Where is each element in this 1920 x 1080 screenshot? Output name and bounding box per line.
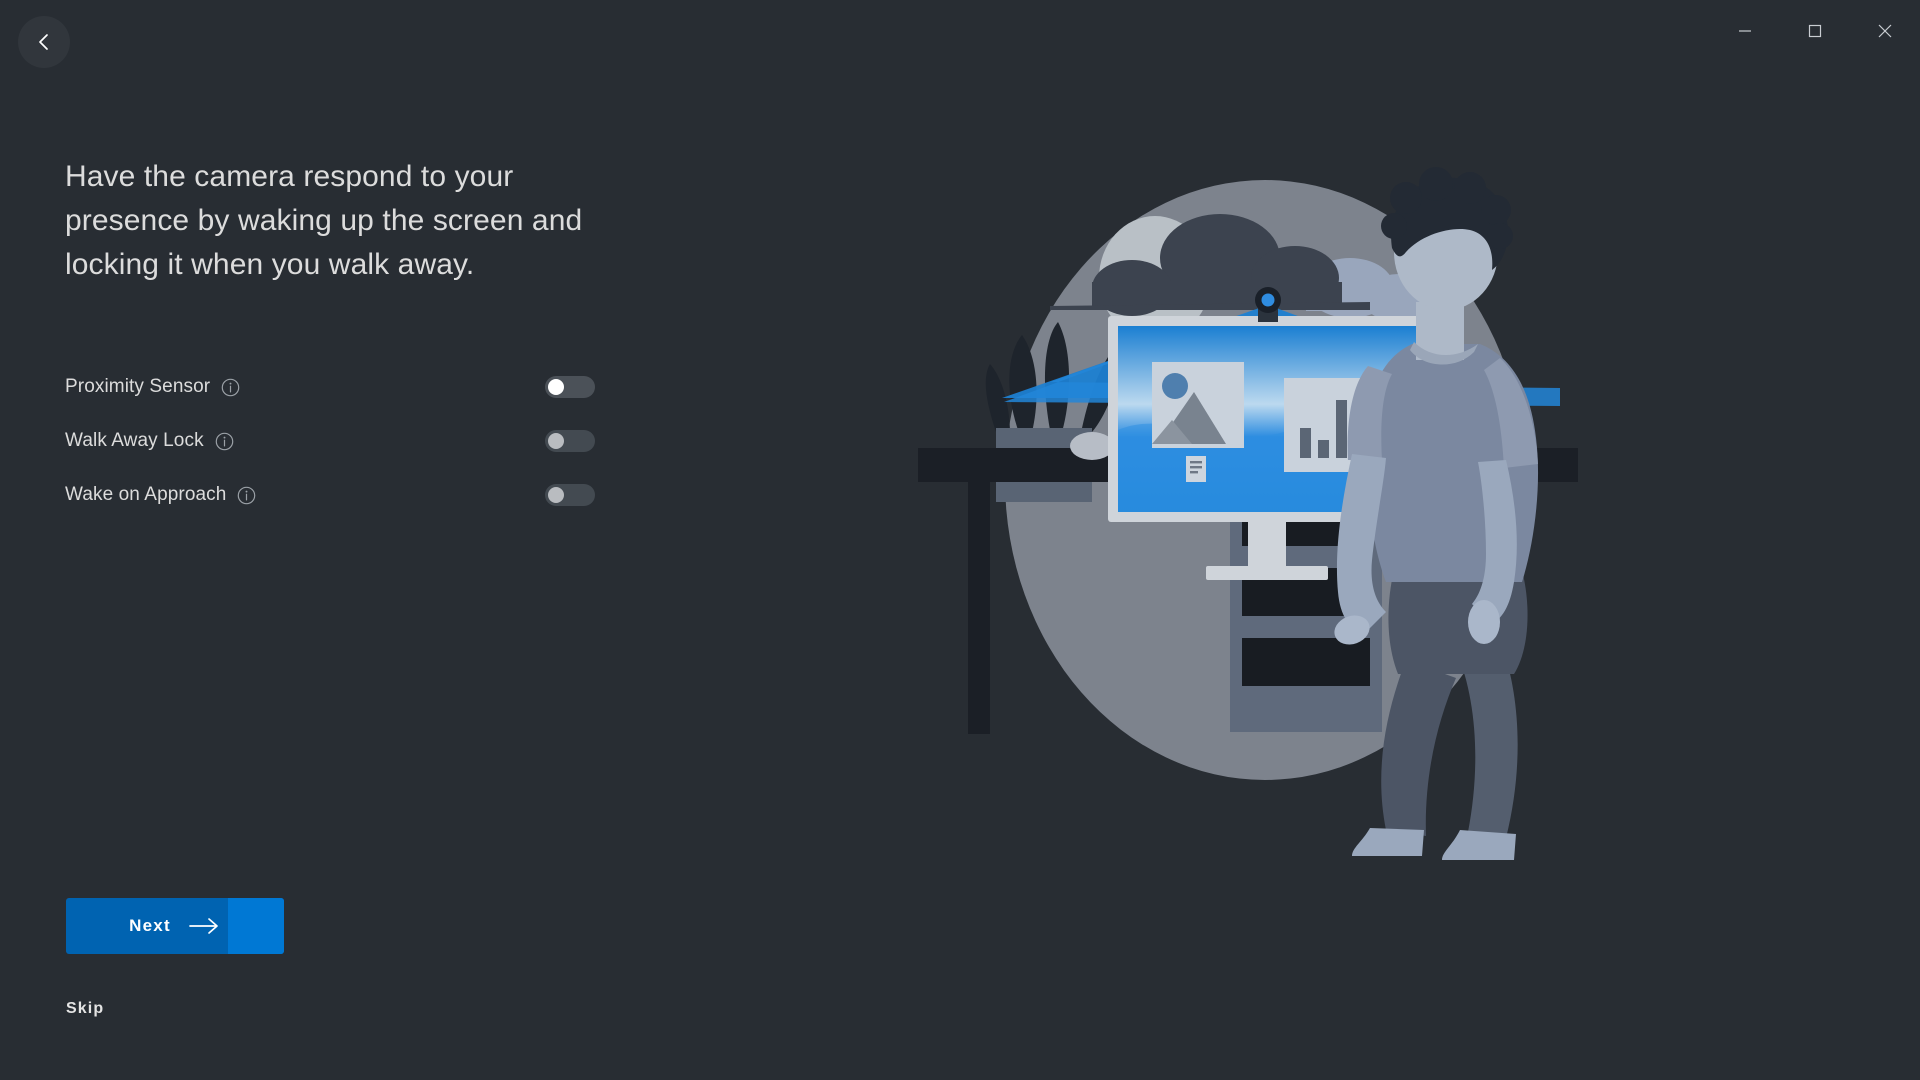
monitor-stand-neck (1248, 522, 1286, 568)
person-shoe-back (1352, 828, 1424, 856)
next-button-label: Next (129, 916, 171, 935)
maximize-button[interactable] (1780, 0, 1850, 62)
info-icon-walk-away-lock[interactable] (215, 432, 234, 451)
setting-label-wake-on-approach: Wake on Approach (65, 484, 227, 505)
person-hand-right (1468, 600, 1500, 644)
minimize-button[interactable] (1710, 0, 1780, 62)
toggle-knob (548, 487, 564, 503)
toggle-walk-away-lock[interactable] (545, 430, 595, 452)
close-icon (1878, 24, 1892, 38)
back-button[interactable] (18, 16, 70, 68)
title-bar (0, 0, 1920, 86)
info-icon-proximity-sensor[interactable] (221, 378, 240, 397)
presence-illustration (900, 130, 1640, 930)
setting-row-wake-on-approach: Wake on Approach (65, 468, 595, 522)
desk-leg (968, 482, 990, 734)
next-button[interactable]: Next (66, 898, 284, 954)
close-button[interactable] (1850, 0, 1920, 62)
info-circle-icon (238, 486, 256, 504)
maximize-icon (1808, 24, 1822, 38)
setting-row-proximity-sensor: Proximity Sensor (65, 360, 595, 414)
toggle-proximity-sensor[interactable] (545, 376, 595, 398)
webcam (1255, 287, 1281, 322)
desk-object (1070, 432, 1114, 460)
person-shoe-front (1442, 830, 1516, 860)
setting-row-walk-away-lock: Walk Away Lock (65, 414, 595, 468)
settings-list: Proximity Sensor Walk Away Lock Wake on … (65, 360, 595, 522)
settings-panel: Have the camera respond to your presence… (0, 0, 760, 1080)
page-headline: Have the camera respond to your presence… (65, 160, 583, 281)
toggle-wrap-wake-on-approach (545, 484, 595, 506)
info-circle-icon (221, 378, 240, 396)
drawer-3 (1242, 638, 1370, 686)
document-icon (1186, 456, 1206, 482)
setting-label-proximity-sensor: Proximity Sensor (65, 376, 211, 397)
monitor-stand-base (1206, 566, 1328, 580)
toggle-knob (548, 379, 564, 395)
toggle-wrap-walk-away-lock (545, 430, 595, 452)
next-button-accent-fill (228, 898, 284, 954)
person-leg-front (1456, 646, 1518, 838)
info-icon-wake-on-approach[interactable] (237, 486, 256, 505)
chevron-left-icon (39, 34, 48, 50)
setting-label-walk-away-lock: Walk Away Lock (65, 430, 204, 451)
toggle-wrap-proximity-sensor (545, 376, 595, 398)
skip-link[interactable]: Skip (66, 1000, 104, 1018)
minimize-icon (1739, 30, 1751, 32)
window-controls (1710, 0, 1920, 86)
info-circle-icon (215, 432, 233, 450)
arrow-right-icon (188, 917, 221, 935)
toggle-knob (548, 433, 564, 449)
toggle-wake-on-approach[interactable] (545, 484, 595, 506)
photo-thumbnail (1152, 362, 1244, 448)
